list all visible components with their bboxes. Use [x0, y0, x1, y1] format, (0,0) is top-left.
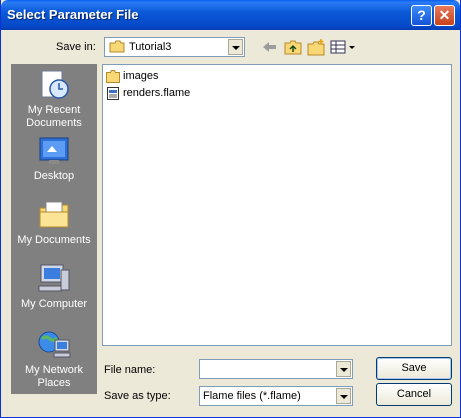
place-label: My Documents	[17, 234, 91, 246]
network-places-icon	[38, 331, 71, 358]
folder-icon	[106, 69, 120, 83]
file-name-label: File name:	[104, 364, 156, 376]
place-label: My Recent Documents	[26, 104, 82, 129]
help-button[interactable]: ?	[411, 5, 432, 26]
desktop-icon	[39, 137, 69, 164]
places-bar: My Recent Documents Desktop My Documents…	[11, 64, 97, 394]
save-in-dropdown-arrow[interactable]	[228, 39, 243, 55]
my-computer-icon	[38, 264, 70, 292]
file-list[interactable]: images renders.flame	[102, 64, 452, 346]
place-label: Desktop	[33, 170, 75, 182]
place-my-documents[interactable]: My Documents	[11, 198, 97, 247]
save-type-dropdown[interactable]: Flame files (*.flame)	[199, 386, 353, 406]
file-name-input[interactable]	[199, 359, 353, 379]
place-my-computer[interactable]: My Computer	[11, 262, 97, 311]
file-name: images	[123, 70, 159, 82]
file-name: renders.flame	[123, 87, 191, 99]
up-folder-icon[interactable]	[284, 38, 302, 56]
file-icon	[107, 86, 119, 100]
save-type-dropdown-arrow[interactable]	[336, 388, 351, 404]
recent-documents-icon	[41, 70, 69, 99]
close-button[interactable]: ✕	[434, 5, 455, 26]
save-in-label: Save in:	[56, 41, 96, 53]
list-item-folder[interactable]: images	[106, 68, 158, 84]
save-in-dropdown[interactable]: Tutorial3	[104, 37, 245, 57]
window-title: Select Parameter File	[7, 7, 139, 22]
back-icon[interactable]	[260, 38, 278, 56]
cancel-button[interactable]: Cancel	[376, 383, 452, 406]
folder-icon	[109, 40, 125, 53]
my-documents-icon	[39, 201, 69, 228]
file-name-dropdown-arrow[interactable]	[336, 361, 351, 377]
new-folder-icon[interactable]	[307, 38, 325, 56]
place-label: My Network Places	[24, 364, 84, 389]
save-type-value: Flame files (*.flame)	[203, 390, 301, 402]
place-desktop[interactable]: Desktop	[11, 134, 97, 183]
place-recent-documents[interactable]: My Recent Documents	[11, 68, 97, 130]
save-in-value: Tutorial3	[129, 40, 172, 53]
list-item-file[interactable]: renders.flame	[106, 85, 190, 101]
save-type-label: Save as type:	[104, 390, 171, 402]
dialog-window: Select Parameter File ? ✕ Save in: Tutor…	[0, 0, 461, 418]
save-button[interactable]: Save	[376, 357, 452, 380]
place-network[interactable]: My Network Places	[11, 328, 97, 390]
view-menu-icon[interactable]	[330, 38, 356, 56]
title-bar[interactable]: Select Parameter File ? ✕	[1, 0, 460, 30]
place-label: My Computer	[20, 298, 88, 310]
